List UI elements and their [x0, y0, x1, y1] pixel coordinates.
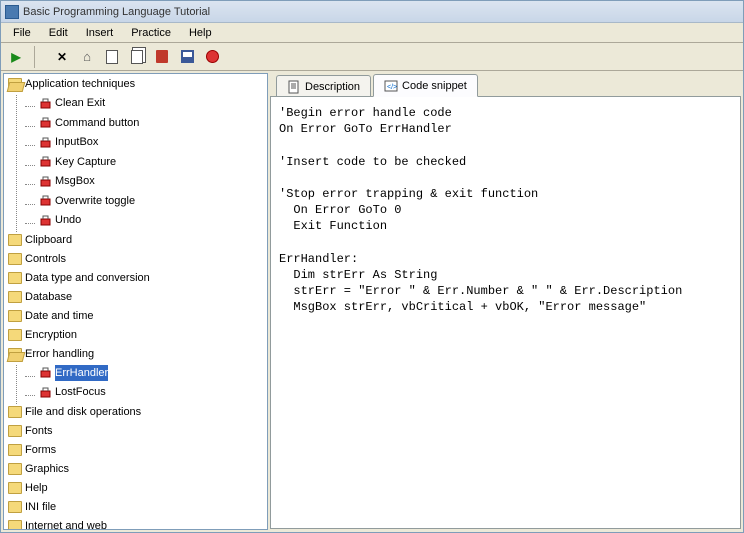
tree-folder-forms[interactable]: Forms	[6, 442, 58, 458]
tree-folder-date-time[interactable]: Date and time	[6, 308, 95, 324]
svg-text:</>: </>	[387, 84, 397, 91]
tree-folder-error-handling[interactable]: Error handling	[6, 346, 96, 362]
folder-icon	[8, 463, 22, 475]
copy-button[interactable]	[126, 46, 148, 68]
tree-folder-clipboard[interactable]: Clipboard	[6, 232, 74, 248]
folder-icon	[8, 425, 22, 437]
tree-folder-file-disk[interactable]: File and disk operations	[6, 404, 143, 420]
leaf-icon	[39, 97, 52, 110]
tab-strip: Description </> Code snippet	[270, 73, 741, 97]
leaf-icon	[39, 366, 52, 379]
stop-button[interactable]	[201, 46, 223, 68]
window-titlebar: Basic Programming Language Tutorial	[1, 1, 743, 23]
tab-description-label: Description	[305, 81, 360, 93]
main-area: Application techniques Clean Exit Comman…	[1, 71, 743, 532]
home-button[interactable]: ⌂	[76, 46, 98, 68]
folder-icon	[8, 272, 22, 284]
delete-button[interactable]: ✕	[51, 46, 73, 68]
tree-folder-ini-file[interactable]: INI file	[6, 499, 58, 515]
folder-icon	[8, 234, 22, 246]
folder-icon	[8, 329, 22, 341]
app-icon	[5, 5, 19, 19]
tree-item-inputbox[interactable]: InputBox	[37, 134, 100, 150]
tree-panel[interactable]: Application techniques Clean Exit Comman…	[3, 73, 268, 530]
leaf-icon	[39, 136, 52, 149]
leaf-icon	[39, 175, 52, 188]
menu-bar: File Edit Insert Practice Help	[1, 23, 743, 43]
tree-item-command-button[interactable]: Command button	[37, 115, 141, 131]
tree-item-lostfocus[interactable]: LostFocus	[37, 384, 108, 400]
run-button[interactable]: ▶	[5, 46, 27, 68]
leaf-icon	[39, 194, 52, 207]
leaf-icon	[39, 155, 52, 168]
leaf-icon	[39, 214, 52, 227]
leaf-icon	[39, 386, 52, 399]
content-panel: Description </> Code snippet 'Begin erro…	[270, 73, 741, 530]
tree-folder-controls[interactable]: Controls	[6, 251, 68, 267]
toolbar-separator	[34, 46, 44, 68]
folder-open-icon	[8, 348, 22, 360]
save-button[interactable]	[176, 46, 198, 68]
menu-practice[interactable]: Practice	[123, 25, 179, 41]
tree-item-clean-exit[interactable]: Clean Exit	[37, 95, 107, 111]
folder-icon	[8, 310, 22, 322]
tab-description[interactable]: Description	[276, 75, 371, 97]
folder-icon	[8, 482, 22, 494]
tree-item-undo[interactable]: Undo	[37, 212, 83, 228]
tree-item-errhandler[interactable]: ErrHandler	[37, 365, 110, 381]
new-doc-button[interactable]	[101, 46, 123, 68]
tree-folder-fonts[interactable]: Fonts	[6, 423, 55, 439]
tab-code-snippet[interactable]: </> Code snippet	[373, 74, 478, 97]
folder-icon	[8, 501, 22, 513]
folder-open-icon	[8, 78, 22, 90]
tree-selected-label: ErrHandler	[55, 365, 108, 381]
leaf-icon	[39, 116, 52, 129]
tree-folder-graphics[interactable]: Graphics	[6, 461, 71, 477]
tab-code-label: Code snippet	[402, 80, 467, 92]
tree-item-overwrite-toggle[interactable]: Overwrite toggle	[37, 193, 137, 209]
window-title: Basic Programming Language Tutorial	[23, 6, 210, 18]
folder-icon	[8, 253, 22, 265]
tree-root[interactable]: Application techniques	[6, 76, 137, 92]
tree-folder-data-type[interactable]: Data type and conversion	[6, 270, 152, 286]
tree-item-msgbox[interactable]: MsgBox	[37, 173, 97, 189]
folder-icon	[8, 291, 22, 303]
toolbar: ▶ ✕ ⌂	[1, 43, 743, 71]
tree-folder-database[interactable]: Database	[6, 289, 74, 305]
tree-folder-encryption[interactable]: Encryption	[6, 327, 79, 343]
folder-icon	[8, 406, 22, 418]
menu-file[interactable]: File	[5, 25, 39, 41]
book-button[interactable]	[151, 46, 173, 68]
menu-insert[interactable]: Insert	[78, 25, 122, 41]
menu-help[interactable]: Help	[181, 25, 220, 41]
tree-folder-internet-web[interactable]: Internet and web	[6, 518, 109, 531]
code-viewer[interactable]: 'Begin error handle code On Error GoTo E…	[270, 96, 741, 529]
code-icon: </>	[384, 79, 398, 93]
tree-root-label: Application techniques	[25, 76, 135, 92]
folder-icon	[8, 520, 22, 531]
menu-edit[interactable]: Edit	[41, 25, 76, 41]
document-icon	[287, 80, 301, 94]
folder-icon	[8, 444, 22, 456]
tree-folder-help[interactable]: Help	[6, 480, 50, 496]
tree-item-key-capture[interactable]: Key Capture	[37, 154, 118, 170]
